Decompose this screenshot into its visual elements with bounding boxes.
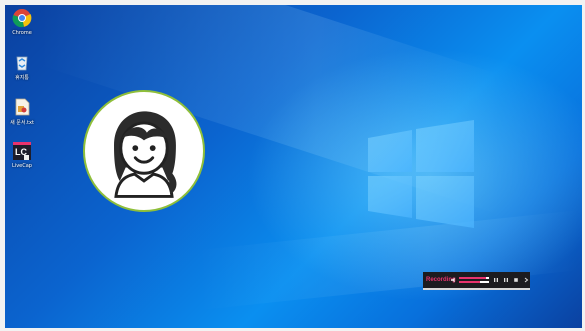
windows-logo-icon: [368, 120, 474, 228]
webcam-avatar: [83, 90, 205, 212]
desktop-icon-recycle-bin[interactable]: 휴지통: [5, 52, 39, 81]
audio-level-bar: [459, 277, 490, 279]
desktop-icon-label: 새 문서.txt: [10, 120, 34, 126]
desktop-icon-label: LiveCap: [12, 163, 32, 169]
recycle-bin-icon: [16, 56, 28, 71]
audio-level-bar: [459, 281, 490, 283]
document-icon: [15, 98, 30, 116]
stop-icon: [514, 278, 519, 282]
audio-level-meter: [459, 277, 490, 283]
speaker-icon[interactable]: [451, 276, 457, 284]
recorder-toolbar: Recording: [423, 272, 530, 290]
desktop-icon-chrome[interactable]: Chrome: [5, 8, 39, 36]
desktop-icon-document[interactable]: 새 문서.txt: [5, 97, 39, 126]
window-frame: [0, 0, 585, 5]
recording-label: Recording: [426, 277, 456, 283]
chrome-icon: [12, 9, 32, 28]
pause-icon: [493, 278, 498, 282]
desktop-icon-lc-app[interactable]: LC LiveCap: [5, 141, 39, 169]
girl-avatar-icon: [114, 111, 177, 198]
pause-button[interactable]: [492, 274, 499, 286]
next-icon: [525, 277, 529, 283]
next-button[interactable]: [523, 274, 530, 286]
lc-app-icon: LC: [13, 142, 31, 160]
stop-button[interactable]: [513, 274, 520, 286]
desktop-icon-label: Chrome: [12, 30, 32, 36]
pause-button[interactable]: [503, 274, 510, 286]
pause-icon: [504, 278, 509, 282]
desktop-icon-label: 휴지통: [15, 75, 29, 81]
